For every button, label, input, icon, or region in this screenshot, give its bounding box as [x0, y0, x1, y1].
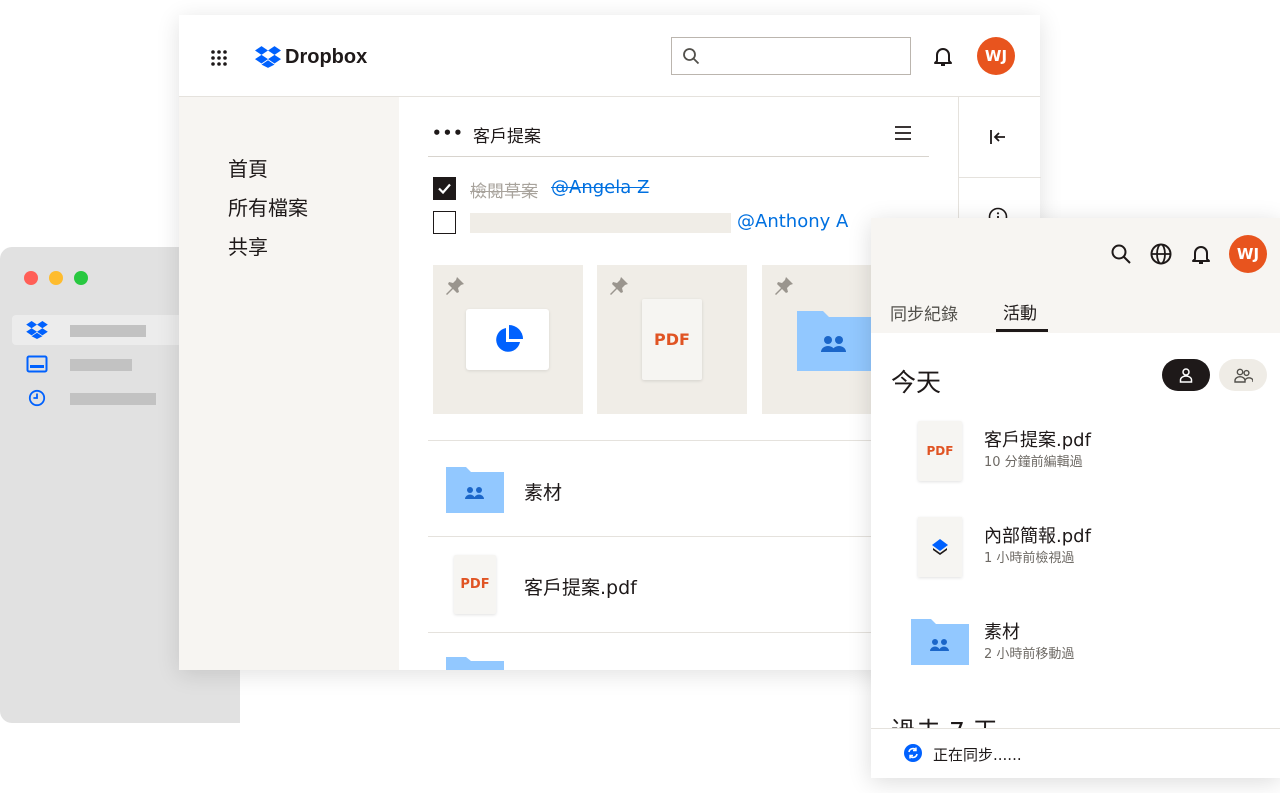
- check-icon: [438, 183, 451, 195]
- divider: [428, 156, 929, 157]
- bell-icon[interactable]: [1189, 242, 1213, 266]
- page-title: 客戶提案: [473, 127, 541, 147]
- placeholder-bar: [70, 325, 146, 337]
- placeholder-bar: [70, 359, 132, 371]
- dropbox-logo[interactable]: Dropbox: [255, 44, 367, 70]
- section-heading-today: 今天: [891, 368, 942, 397]
- globe-icon[interactable]: [1149, 242, 1173, 266]
- dropbox-logo-icon: [255, 46, 281, 68]
- brand-name: Dropbox: [285, 45, 368, 68]
- pin-icon: [446, 277, 464, 295]
- more-options-icon[interactable]: •••: [432, 124, 464, 142]
- activity-file-name: 內部簡報.pdf: [984, 526, 1091, 547]
- close-window-dot[interactable]: [24, 271, 38, 285]
- file-row[interactable]: 素材: [428, 441, 871, 536]
- activity-item[interactable]: 內部簡報.pdf 1 小時前檢視過: [871, 509, 1280, 593]
- collapse-icon[interactable]: [988, 127, 1008, 147]
- pie-chart-icon: [496, 325, 523, 352]
- sidebar-item-shared[interactable]: 共享: [228, 231, 268, 260]
- clock-icon: [28, 389, 46, 407]
- window-icon: [26, 355, 48, 373]
- app-grid-icon[interactable]: [210, 49, 228, 67]
- sidebar-item-home[interactable]: 首頁: [228, 153, 268, 182]
- section-heading-past: 過去 7 天: [891, 712, 998, 728]
- section-heading-past-clip: 過去 7 天: [871, 712, 1280, 728]
- pdf-icon: PDF: [454, 555, 496, 614]
- task-mention[interactable]: @Angela Z: [551, 177, 649, 198]
- task-checkbox-checked[interactable]: [433, 177, 456, 200]
- activity-item[interactable]: 素材 2 小時前移動過: [871, 605, 1280, 689]
- filter-everyone-button[interactable]: [1219, 359, 1267, 391]
- activity-file-name: 客戶提案.pdf: [984, 430, 1091, 451]
- task-mention[interactable]: @Anthony A: [737, 211, 848, 232]
- activity-item[interactable]: PDF 客戶提案.pdf 10 分鐘前編輯過: [871, 413, 1280, 497]
- sidebar-item-all-files[interactable]: 所有檔案: [228, 192, 308, 221]
- list-view-icon[interactable]: [894, 125, 912, 141]
- sync-status-bar: 正在同步......: [871, 728, 1280, 778]
- search-icon: [683, 48, 700, 65]
- tab-activity[interactable]: 活動: [1003, 299, 1037, 324]
- user-avatar[interactable]: WJ: [977, 37, 1015, 75]
- search-input[interactable]: [671, 37, 911, 75]
- folder-shared-icon: [911, 619, 969, 665]
- folder-shared-icon: [446, 467, 504, 513]
- active-tab-indicator: [996, 329, 1048, 332]
- sync-icon: [904, 744, 922, 762]
- activity-file-name: 素材: [984, 622, 1020, 643]
- folder-icon: [446, 657, 504, 670]
- activity-panel: WJ 同步紀錄 活動 今天 PDF 客戶提案.pdf 10 分鐘前編輯過 內部簡…: [871, 218, 1280, 778]
- pdf-thumbnail: PDF: [642, 299, 702, 380]
- pinned-item-folder[interactable]: [762, 265, 871, 414]
- panel-header: WJ 同步紀錄 活動: [871, 218, 1280, 333]
- file-name: 客戶提案.pdf: [524, 577, 637, 599]
- task-text: 檢閱草案: [470, 182, 538, 202]
- divider: [959, 177, 1041, 178]
- sidebar: 首頁 所有檔案 共享: [179, 97, 399, 670]
- dropbox-doc-icon: [918, 517, 962, 577]
- top-bar: Dropbox WJ: [179, 15, 1040, 97]
- folder-shared-icon: [797, 311, 871, 371]
- search-icon[interactable]: [1109, 242, 1133, 266]
- maximize-window-dot[interactable]: [74, 271, 88, 285]
- activity-meta: 2 小時前移動過: [984, 647, 1075, 662]
- divider: [428, 632, 871, 633]
- task-checkbox[interactable]: [433, 211, 456, 234]
- task-text-placeholder: [470, 213, 731, 233]
- file-row[interactable]: PDF 客戶提案.pdf: [428, 537, 871, 632]
- pin-icon: [610, 277, 628, 295]
- pdf-icon: PDF: [918, 421, 962, 481]
- filter-me-button[interactable]: [1162, 359, 1210, 391]
- chart-doc: [466, 309, 549, 370]
- pinned-item-pdf[interactable]: PDF: [597, 265, 747, 414]
- person-icon: [1179, 368, 1193, 383]
- people-icon: [1234, 368, 1253, 383]
- file-name: 素材: [524, 482, 563, 504]
- activity-meta: 1 小時前檢視過: [984, 551, 1075, 566]
- activity-meta: 10 分鐘前編輯過: [984, 455, 1083, 470]
- bell-icon[interactable]: [931, 44, 955, 68]
- dropbox-logo-icon: [26, 321, 48, 339]
- user-avatar[interactable]: WJ: [1229, 235, 1267, 273]
- sync-status-text: 正在同步......: [933, 746, 1022, 764]
- tab-sync-history[interactable]: 同步紀錄: [890, 300, 958, 325]
- pin-icon: [775, 277, 793, 295]
- dropbox-paper-icon: [932, 539, 948, 555]
- placeholder-bar: [70, 393, 156, 405]
- minimize-window-dot[interactable]: [49, 271, 63, 285]
- pinned-item-chart[interactable]: [433, 265, 583, 414]
